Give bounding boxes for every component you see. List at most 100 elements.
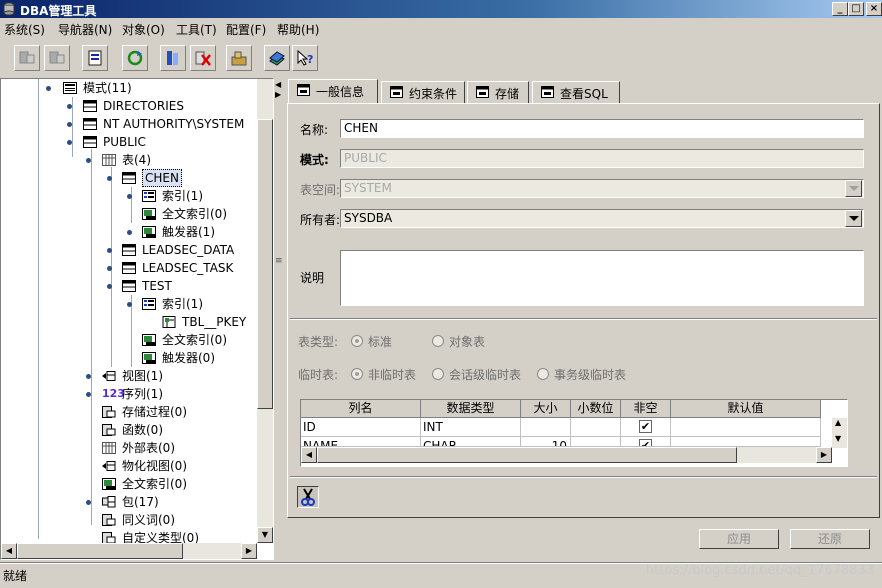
grid-scroll-up-arrow[interactable]: ▲	[835, 418, 841, 427]
tools-button[interactable]	[226, 45, 252, 71]
columns-grid[interactable]: 列名 数据类型 大小 小数位 非空 默认值 ID INT ✔ NAME CHAR…	[300, 399, 848, 467]
owner-dropdown-button[interactable]	[845, 210, 862, 227]
maximize-button[interactable]: □	[848, 2, 864, 16]
apply-button[interactable]: 应用	[699, 529, 779, 549]
column-tools-button[interactable]	[297, 486, 319, 508]
menu-help[interactable]: 帮助(H)	[277, 21, 319, 38]
tree-scroll-left-button[interactable]: ◀	[1, 543, 17, 559]
tab-general-content: 名称: CHEN 模式: PUBLIC 表空间: SYSTEM 所有者: SYS…	[287, 103, 880, 518]
scissors-icon	[301, 488, 315, 506]
col-header-scale[interactable]: 小数位	[571, 400, 621, 418]
col-header-name[interactable]: 列名	[301, 400, 421, 418]
separator	[290, 476, 877, 478]
window-title: DBA管理工具	[20, 4, 97, 18]
name-field[interactable]: CHEN	[340, 119, 864, 138]
tree-vertical-scrollbar[interactable]: ▼	[257, 79, 273, 543]
function-icon	[102, 424, 116, 436]
menu-object[interactable]: 对象(O)	[122, 21, 165, 38]
close-button[interactable]: ×	[866, 2, 882, 16]
description-textarea[interactable]	[340, 250, 864, 306]
row2-scale[interactable]	[571, 437, 621, 447]
row1-not-null-checkbox[interactable]: ✔	[639, 420, 652, 433]
table-folder-icon	[102, 154, 116, 166]
new-object-button[interactable]	[82, 45, 108, 71]
row2-default[interactable]	[671, 437, 821, 447]
restore-button[interactable]: 还原	[790, 529, 870, 549]
expand-right-arrow[interactable]: ▶	[275, 90, 281, 99]
tree-hscroll-thumb[interactable]	[17, 543, 183, 559]
trigger-icon	[142, 226, 156, 238]
col-header-size[interactable]: 大小	[521, 400, 571, 418]
tab-storage[interactable]: 存储	[467, 81, 529, 103]
grid-scroll-right-button[interactable]: ▶	[816, 447, 832, 463]
view-icon	[102, 371, 116, 381]
row2-type[interactable]: CHAR	[421, 437, 521, 447]
tablespace-dropdown-button	[845, 180, 862, 197]
col-header-default[interactable]: 默认值	[671, 400, 821, 418]
owner-select[interactable]: SYSDBA	[340, 209, 864, 228]
tablespace-select: SYSTEM	[340, 179, 864, 198]
delete-button[interactable]	[190, 45, 216, 71]
row2-size[interactable]: 10	[521, 437, 571, 447]
panel-splitter[interactable]: ◀ ▶ ≡	[274, 78, 283, 560]
row2-not-null-checkbox[interactable]: ✔	[639, 439, 652, 446]
grid-scroll-down-arrow[interactable]: ▼	[835, 434, 841, 443]
connect-button[interactable]	[14, 45, 40, 71]
minimize-button[interactable]: _	[832, 2, 848, 16]
tree-vscroll-thumb[interactable]	[257, 119, 273, 409]
menu-navigator[interactable]: 导航器(N)	[58, 21, 112, 38]
refresh-icon	[127, 50, 143, 66]
window-icon	[476, 86, 489, 98]
tree-horizontal-scrollbar[interactable]: ◀ ▶	[1, 543, 257, 559]
tools-icon	[231, 51, 247, 66]
row1-type[interactable]: INT	[421, 418, 521, 437]
manual-icon	[269, 51, 285, 66]
menu-system[interactable]: 系统(S)	[4, 21, 45, 38]
table-icon	[122, 280, 136, 292]
grid-scroll-left-button[interactable]: ◀	[301, 447, 317, 463]
row2-name[interactable]: NAME	[301, 437, 421, 447]
table-folder-icon	[102, 442, 116, 454]
tab-view-sql[interactable]: 查看SQL	[532, 81, 620, 103]
collapse-left-arrow[interactable]: ◀	[275, 80, 281, 89]
row1-scale[interactable]	[571, 418, 621, 437]
row2-not-null-cell[interactable]: ✔	[621, 437, 671, 447]
disconnect-button[interactable]	[44, 45, 70, 71]
navigator-tree[interactable]: 模式(11) DIRECTORIES NT AUTHORITY\SYSTEM P…	[0, 78, 274, 560]
help-cursor-icon: ?	[297, 49, 313, 66]
manual-button[interactable]	[264, 45, 290, 71]
table-icon	[83, 136, 97, 148]
sequence-icon: 123	[102, 387, 125, 400]
name-label: 名称:	[300, 123, 329, 137]
row1-not-null-cell[interactable]: ✔	[621, 418, 671, 437]
table-type-label: 表类型:	[298, 335, 339, 349]
grid-hscroll-thumb[interactable]	[317, 447, 737, 463]
menu-tools[interactable]: 工具(T)	[176, 21, 217, 38]
table-icon	[122, 172, 136, 184]
col-header-type[interactable]: 数据类型	[421, 400, 521, 418]
tree-scroll-right-button[interactable]: ▶	[241, 543, 257, 559]
menu-config[interactable]: 配置(F)	[226, 21, 266, 38]
description-label: 说明	[300, 271, 325, 285]
delete-icon	[195, 51, 211, 66]
tab-general[interactable]: 一般信息	[288, 79, 378, 104]
temp-transaction-radio	[537, 368, 549, 380]
tree-scroll-down-button[interactable]: ▼	[257, 527, 273, 543]
new-object-icon	[88, 50, 102, 66]
help-cursor-button[interactable]: ?	[292, 45, 318, 71]
menu-bar: 系统(S) 导航器(N) 对象(O) 工具(T) 配置(F) 帮助(H)	[0, 18, 882, 38]
splitter-grip: ≡	[275, 256, 283, 266]
schema-icon	[63, 82, 77, 94]
grid-vertical-scrollbar[interactable]: ▲ ▼	[832, 418, 847, 448]
window-icon	[297, 84, 310, 96]
refresh-button[interactable]	[122, 45, 148, 71]
query-button[interactable]	[160, 45, 186, 71]
row1-default[interactable]	[671, 418, 821, 437]
tablespace-label: 表空间:	[300, 183, 341, 197]
col-header-not-null[interactable]: 非空	[621, 400, 671, 418]
tab-constraints[interactable]: 约束条件	[381, 81, 465, 103]
grid-horizontal-scrollbar[interactable]: ◀ ▶	[301, 447, 832, 463]
row1-name[interactable]: ID	[301, 418, 421, 437]
row1-size[interactable]	[521, 418, 571, 437]
index-icon	[142, 298, 156, 310]
